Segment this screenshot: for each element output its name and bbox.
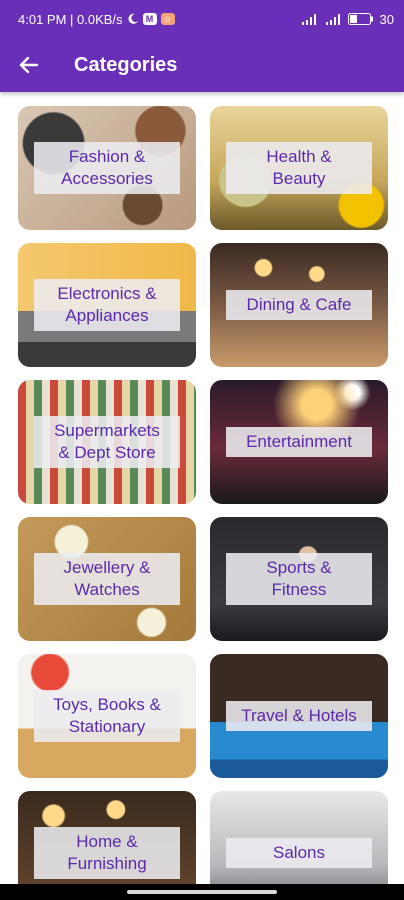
category-tile-fashion[interactable]: Fashion & Accessories	[18, 106, 196, 230]
category-tile-travel-hotels[interactable]: Travel & Hotels	[210, 654, 388, 778]
4g-signal-icon	[324, 13, 342, 25]
category-tile-electronics[interactable]: Electronics & Appliances	[18, 243, 196, 367]
category-label: Sports & Fitness	[226, 553, 372, 605]
category-label: Entertainment	[226, 427, 372, 457]
category-tile-dining-cafe[interactable]: Dining & Cafe	[210, 243, 388, 367]
category-label: Salons	[226, 838, 372, 868]
category-tile-supermarkets[interactable]: Supermarkets & Dept Store	[18, 380, 196, 504]
status-right: 30	[301, 11, 394, 27]
category-tile-salons[interactable]: Salons	[210, 791, 388, 884]
system-nav-bar	[0, 884, 404, 900]
category-grid: Fashion & Accessories Health & Beauty El…	[0, 92, 404, 884]
home-gesture-handle[interactable]	[127, 890, 277, 894]
category-label: Health & Beauty	[226, 142, 372, 194]
category-tile-toys-books[interactable]: Toys, Books & Stationary	[18, 654, 196, 778]
status-left: 4:01 PM | 0.0KB/s M ☺	[18, 12, 175, 27]
gmail-icon: M	[142, 13, 157, 25]
category-tile-entertainment[interactable]: Entertainment	[210, 380, 388, 504]
category-label: Supermarkets & Dept Store	[34, 416, 180, 468]
app-notification-icon: ☺	[160, 13, 175, 25]
app-bar: Categories	[0, 38, 404, 92]
back-button[interactable]	[0, 38, 58, 92]
category-tile-jewellery[interactable]: Jewellery & Watches	[18, 517, 196, 641]
category-label: Dining & Cafe	[226, 290, 372, 320]
status-time: 4:01 PM | 0.0KB/s	[18, 11, 123, 27]
category-label: Jewellery & Watches	[34, 553, 180, 605]
category-label: Electronics & Appliances	[34, 279, 180, 331]
category-label: Home & Furnishing	[34, 827, 180, 879]
battery-percent: 30	[379, 11, 394, 27]
battery-icon	[347, 13, 374, 25]
category-tile-sports-fitness[interactable]: Sports & Fitness	[210, 517, 388, 641]
arrow-left-icon	[19, 56, 39, 74]
page-title: Categories	[74, 53, 178, 76]
category-label: Travel & Hotels	[226, 701, 372, 731]
moon-icon	[127, 13, 139, 25]
category-tile-home-furnishing[interactable]: Home & Furnishing	[18, 791, 196, 884]
category-label: Toys, Books & Stationary	[34, 690, 180, 742]
status-bar: 4:01 PM | 0.0KB/s M ☺ 30	[0, 0, 404, 38]
category-label: Fashion & Accessories	[34, 142, 180, 194]
category-tile-health-beauty[interactable]: Health & Beauty	[210, 106, 388, 230]
signal-icon	[301, 13, 318, 25]
